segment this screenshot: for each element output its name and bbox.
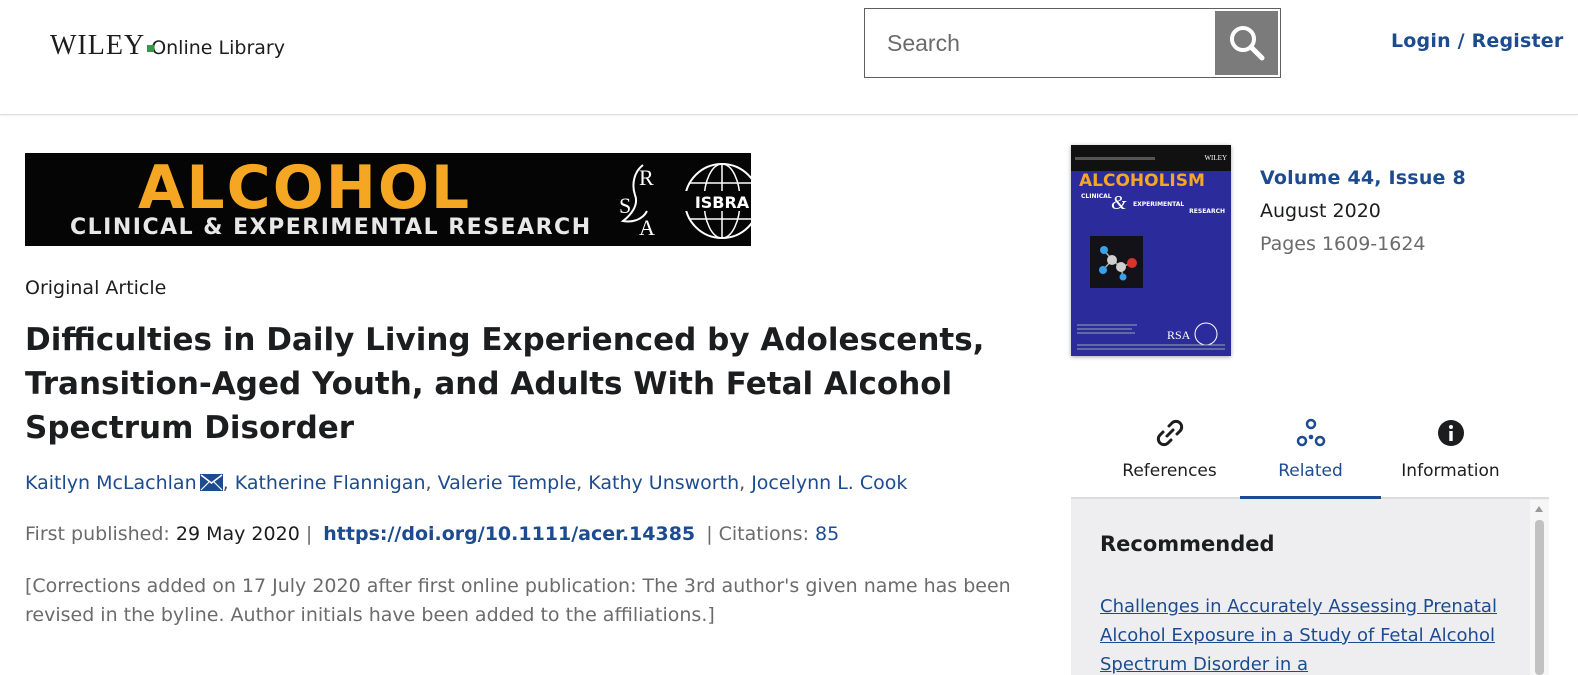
svg-text:R: R	[639, 165, 654, 190]
link-icon	[1156, 419, 1183, 447]
rsa-logo-icon: R S A	[619, 164, 655, 239]
publication-info: First published: 29 May 2020 | https://d…	[25, 523, 840, 545]
author-link[interactable]: Kaitlyn McLachlan	[25, 472, 197, 494]
author-link[interactable]: Valerie Temple	[438, 472, 577, 494]
issue-pages: Pages 1609-1624	[1260, 233, 1426, 255]
tab-label: References	[1122, 461, 1217, 481]
scroll-up-arrow-icon[interactable]	[1535, 506, 1543, 512]
svg-text:A: A	[639, 215, 655, 239]
logo-wordmark: WILEY	[50, 30, 146, 61]
tab-references[interactable]: References	[1099, 405, 1240, 499]
svg-text:RSA: RSA	[1167, 328, 1191, 342]
banner-subtitle: CLINICAL & EXPERIMENTAL RESEARCH	[70, 215, 592, 240]
info-icon	[1437, 420, 1464, 446]
search-input[interactable]	[865, 9, 1215, 77]
logo-green-square-icon	[147, 45, 155, 52]
related-icon	[1296, 418, 1325, 447]
tab-label: Information	[1401, 461, 1500, 481]
cover-title: ALCOHOLISM	[1079, 171, 1205, 191]
issue-date: August 2020	[1260, 200, 1381, 222]
search-icon	[1229, 26, 1264, 61]
search-button[interactable]	[1215, 11, 1278, 75]
wiley-online-library-logo[interactable]: WILEY Online Library	[50, 30, 285, 61]
email-icon[interactable]	[199, 474, 223, 491]
doi-link[interactable]: https://doi.org/10.1111/acer.14385	[323, 523, 695, 545]
corrections-note: [Corrections added on 17 July 2020 after…	[25, 575, 1011, 626]
citations-count-link[interactable]: 85	[815, 523, 839, 545]
recommended-heading: Recommended	[1100, 532, 1275, 556]
panel-scrollbar[interactable]	[1530, 500, 1549, 675]
tab-label: Related	[1278, 461, 1343, 481]
cover-footer-logos: RSA	[1077, 322, 1225, 350]
article-title: Difficulties in Daily Living Experienced…	[25, 322, 985, 446]
svg-text:S: S	[619, 193, 631, 218]
recommended-panel: Recommended Challenges in Accurately Ass…	[1071, 499, 1549, 675]
isbra-globe-icon: ISBRA	[684, 163, 751, 239]
cover-publisher: WILEY	[1204, 154, 1227, 162]
cover-subtitle: RESEARCH	[1189, 208, 1225, 215]
recommended-article-link[interactable]: Challenges in Accurately Assessing Prena…	[1100, 592, 1520, 675]
scroll-thumb[interactable]	[1535, 520, 1544, 675]
svg-text:ISBRA: ISBRA	[695, 193, 750, 212]
author-list: Kaitlyn McLachlan , Katherine Flannigan,…	[25, 472, 908, 494]
journal-banner[interactable]: ALCOHOL CLINICAL & EXPERIMENTAL RESEARCH…	[25, 153, 751, 246]
citations-label: Citations:	[718, 523, 809, 545]
tab-information[interactable]: Information	[1380, 405, 1521, 499]
article-type: Original Article	[25, 277, 167, 299]
author-link[interactable]: Kathy Unsworth	[588, 472, 739, 494]
first-published-label: First published:	[25, 523, 170, 545]
cover-subtitle: CLINICAL	[1081, 193, 1112, 200]
logo-product-name: Online Library	[151, 37, 285, 59]
tab-related[interactable]: Related	[1240, 405, 1381, 501]
banner-title: ALCOHOL	[138, 153, 472, 223]
author-link[interactable]: Katherine Flannigan	[235, 472, 426, 494]
author-link[interactable]: Jocelynn L. Cook	[751, 472, 907, 494]
issue-cover-image[interactable]: WILEY ALCOHOLISM CLINICAL & EXPERIMENTAL…	[1071, 145, 1231, 356]
search-box	[864, 8, 1281, 78]
cover-subtitle: EXPERIMENTAL	[1133, 201, 1185, 208]
first-published-date: 29 May 2020	[175, 523, 300, 545]
molecule-image	[1090, 236, 1143, 288]
side-tabs: References Related Information	[1071, 405, 1549, 501]
login-register-link[interactable]: Login / Register	[1391, 30, 1563, 52]
site-header: WILEY Online Library Login / Register	[0, 0, 1578, 115]
volume-issue-link[interactable]: Volume 44, Issue 8	[1260, 167, 1466, 189]
